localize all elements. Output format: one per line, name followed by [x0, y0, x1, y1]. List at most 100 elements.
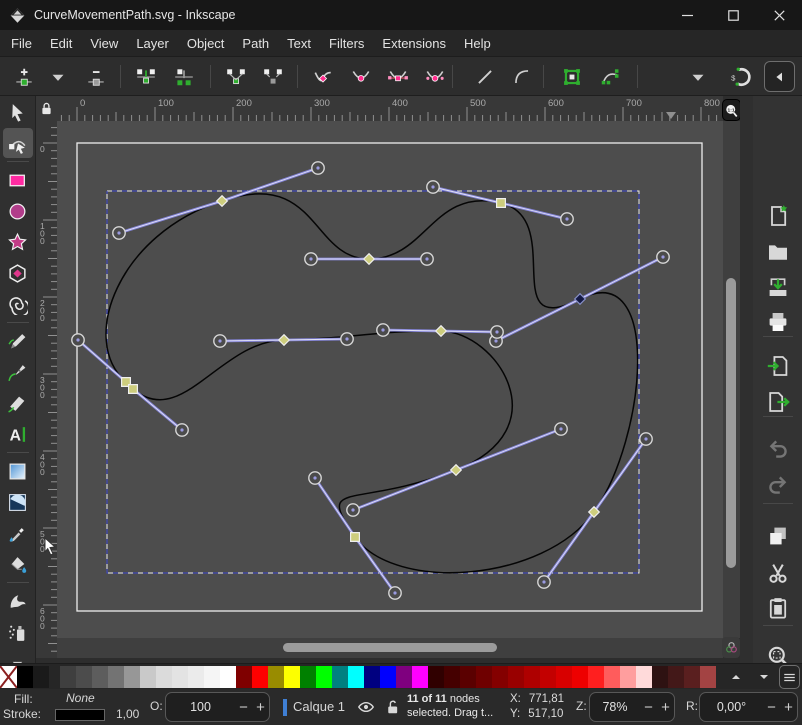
cut-button[interactable] [761, 556, 795, 590]
print-document-button[interactable] [761, 305, 795, 339]
control-handle[interactable] [176, 424, 188, 436]
palette-swatch[interactable] [556, 666, 572, 688]
save-document-button[interactable] [761, 270, 795, 304]
spiral-tool-button[interactable] [3, 289, 33, 319]
gradient-tool-button[interactable] [3, 456, 33, 486]
palette-swatch[interactable] [60, 666, 76, 688]
vertical-ruler[interactable]: 0100200300400500600 [36, 121, 57, 658]
palette-swatch[interactable] [508, 666, 524, 688]
path-node[interactable] [351, 533, 360, 542]
palette-swatch-none[interactable] [0, 666, 17, 688]
palette-swatch[interactable] [284, 666, 300, 688]
palette-swatch[interactable] [444, 666, 460, 688]
palette-swatch[interactable] [348, 666, 364, 688]
stroke-color-swatch[interactable] [55, 709, 105, 721]
new-document-button[interactable] [761, 199, 795, 233]
import-image-button[interactable] [761, 349, 795, 383]
control-handle[interactable] [312, 162, 324, 174]
control-handle[interactable] [214, 335, 226, 347]
lock-guides-corner[interactable] [36, 96, 57, 121]
palette-swatch[interactable] [140, 666, 156, 688]
join-with-segment-button[interactable] [221, 62, 251, 91]
node-auto-button[interactable] [420, 62, 450, 91]
segment-line-button[interactable] [470, 62, 500, 91]
control-handle[interactable] [389, 587, 401, 599]
insert-node-button[interactable] [9, 62, 39, 91]
palette-swatch[interactable] [17, 666, 33, 688]
palette-swatch[interactable] [396, 666, 412, 688]
layer-visibility-eye-icon[interactable] [357, 698, 375, 716]
menu-layer[interactable]: Layer [127, 30, 178, 57]
rotation-decrease-button[interactable]: − [763, 699, 780, 716]
collapse-snap-toolbar-button[interactable] [764, 61, 795, 92]
control-handle[interactable] [561, 213, 573, 225]
opacity-value[interactable]: 100 [166, 700, 235, 714]
path-node[interactable] [451, 465, 462, 476]
stroke-width-value[interactable]: 1,00 [116, 707, 139, 721]
palette-swatch[interactable] [76, 666, 92, 688]
palette-swatch[interactable] [236, 666, 252, 688]
palette-swatch[interactable] [668, 666, 684, 688]
control-handle[interactable] [309, 472, 321, 484]
menu-text[interactable]: Text [278, 30, 320, 57]
palette-swatch[interactable] [172, 666, 188, 688]
palette-swatch[interactable] [700, 666, 716, 688]
control-handle[interactable] [538, 576, 550, 588]
horizontal-scrollbar-thumb[interactable] [283, 643, 497, 652]
palette-swatch[interactable] [316, 666, 332, 688]
zoom-decrease-button[interactable]: − [640, 699, 657, 716]
stroke-to-path-button[interactable] [595, 62, 625, 91]
path-node[interactable] [217, 196, 228, 207]
panel-resize-handle[interactable]: ••• [740, 96, 753, 663]
control-handle[interactable] [421, 253, 433, 265]
node-symmetric-button[interactable] [383, 62, 413, 91]
rotation-spinbox[interactable]: 0,00° − + [699, 692, 798, 722]
palette-swatch[interactable] [604, 666, 620, 688]
fill-value[interactable]: None [66, 691, 95, 705]
palette-swatch[interactable] [684, 666, 700, 688]
control-handle[interactable] [640, 433, 652, 445]
spray-tool-button[interactable] [3, 617, 33, 647]
control-handle[interactable] [377, 324, 389, 336]
calligraphy-tool-button[interactable] [3, 388, 33, 418]
palette-swatch[interactable] [268, 666, 284, 688]
object-to-path-button[interactable] [557, 62, 587, 91]
menu-filters[interactable]: Filters [320, 30, 373, 57]
node-smooth-button[interactable] [346, 62, 376, 91]
path-node[interactable] [129, 385, 138, 394]
palette-swatch[interactable] [332, 666, 348, 688]
palette-swatch[interactable] [124, 666, 140, 688]
bezier-path[interactable] [106, 194, 638, 573]
vertical-scrollbar-thumb[interactable] [726, 278, 736, 568]
palette-scroll-down-button[interactable] [752, 666, 776, 688]
path-node-active[interactable] [575, 294, 586, 305]
node-tool-button[interactable] [3, 128, 33, 158]
palette-swatch[interactable] [300, 666, 316, 688]
delete-segment-button[interactable] [258, 62, 288, 91]
path-node[interactable] [436, 326, 447, 337]
maximize-button[interactable] [711, 0, 756, 30]
join-nodes-button[interactable] [131, 62, 161, 91]
palette-swatch[interactable] [156, 666, 172, 688]
palette-swatch[interactable] [220, 666, 236, 688]
control-handle[interactable] [491, 326, 503, 338]
pencil-tool-button[interactable] [3, 326, 33, 356]
horizontal-scrollbar[interactable] [57, 638, 723, 658]
mesh-tool-button[interactable] [3, 487, 33, 517]
break-nodes-button[interactable] [169, 62, 199, 91]
tweak-tool-button[interactable] [3, 586, 33, 616]
menu-path[interactable]: Path [233, 30, 278, 57]
export-image-button[interactable] [761, 385, 795, 419]
palette-swatch[interactable] [428, 666, 444, 688]
dropper-tool-button[interactable] [3, 518, 33, 548]
palette-menu-button[interactable] [779, 665, 800, 689]
control-handle[interactable] [657, 251, 669, 263]
paste-button[interactable] [761, 591, 795, 625]
undo-button[interactable] [761, 431, 795, 465]
palette-swatch[interactable] [92, 666, 108, 688]
palette-swatch[interactable] [636, 666, 652, 688]
text-tool-button[interactable]: A [3, 419, 33, 449]
pen-tool-button[interactable] [3, 357, 33, 387]
snapping-options-button[interactable]: $ [726, 62, 756, 91]
path-node[interactable] [364, 254, 375, 265]
